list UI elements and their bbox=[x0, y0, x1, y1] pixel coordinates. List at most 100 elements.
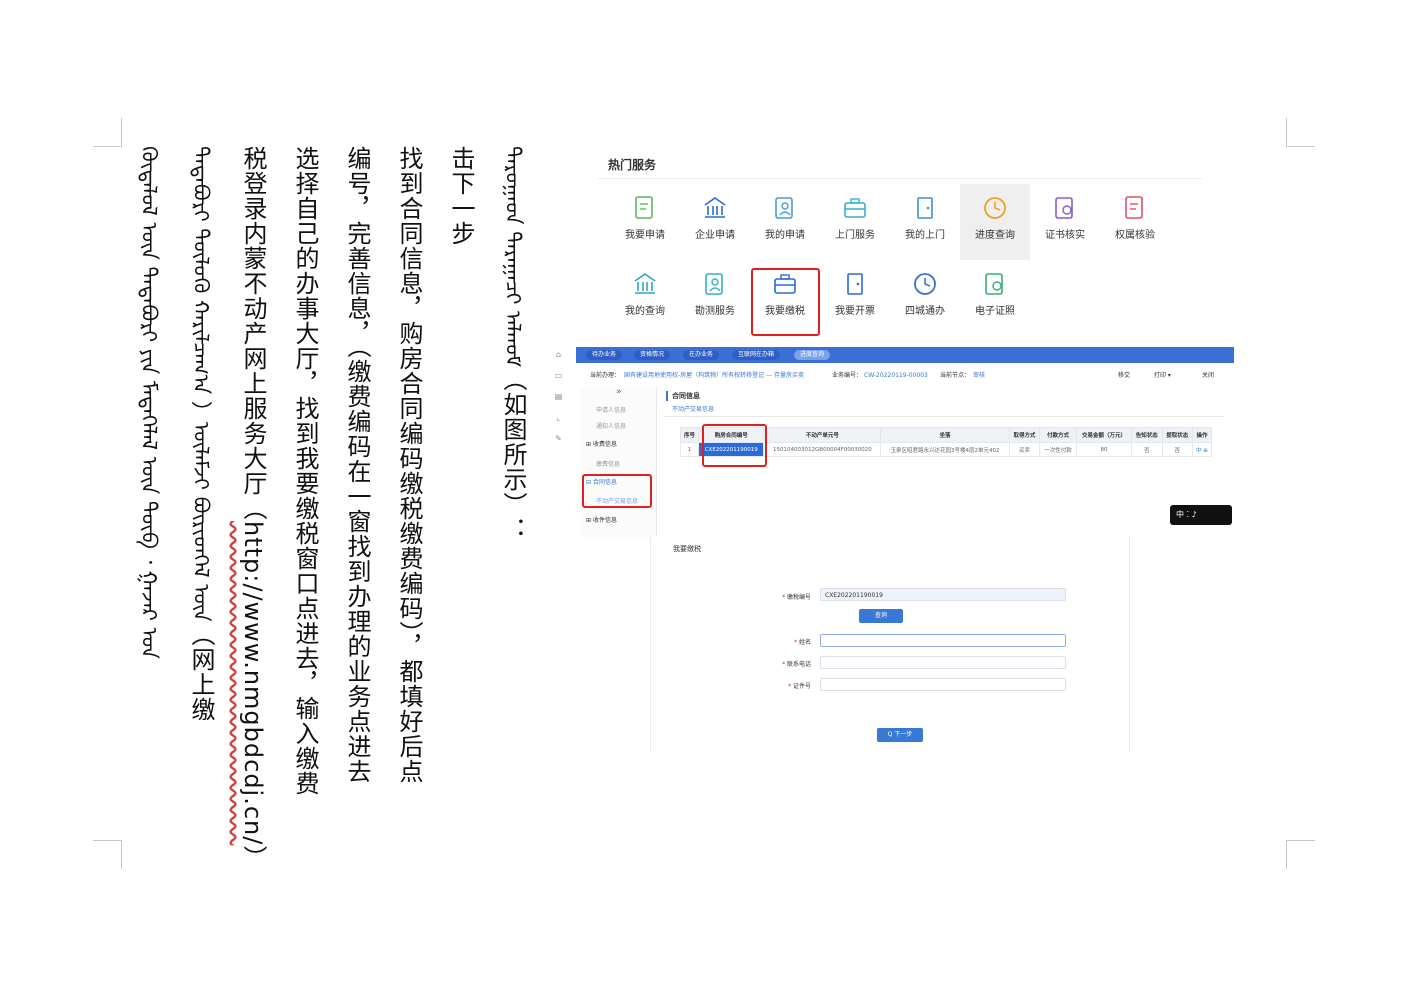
tab-pending[interactable]: 待办业务 bbox=[586, 350, 623, 360]
biz-number-value: CW-20220119-00003 bbox=[864, 372, 928, 379]
home-icon[interactable]: ⌂ bbox=[554, 350, 563, 359]
service-city-grid[interactable]: 四城通办 bbox=[890, 260, 960, 336]
service-user-doc[interactable]: 我的申请 bbox=[750, 184, 820, 260]
text-segment: ） bbox=[239, 845, 267, 871]
id-card-icon bbox=[960, 270, 1030, 298]
id-number-input[interactable] bbox=[820, 678, 1066, 691]
text-segment: 税登录内蒙不动产网上服务大厅（ bbox=[239, 146, 267, 521]
text-column-7: ᠲᠠᠲᠠᠪᠤᠷᠢ ᠲᠥᠯᠥᠬᠦ ᠬᠠᠷᠢᠯᠴᠠᠭ᠎ᠠ ）ᠦᠯᠡᠮᠵᠢ ᠪᠦᠷᠢᠳ… bbox=[186, 146, 216, 722]
service-id-card[interactable]: 电子证照 bbox=[960, 260, 1030, 336]
service-label: 我的上门 bbox=[905, 230, 945, 241]
column-header: 坐落 bbox=[880, 427, 1010, 443]
highlight-box-contract-no bbox=[702, 424, 767, 467]
table-cell: 买卖 bbox=[1008, 442, 1041, 457]
folder-icon[interactable]: ▭ bbox=[554, 371, 563, 380]
breadcrumb-path[interactable]: 国有建设用地使用权-房屋（构筑物）所有权转移登记 — 存量房买卖 bbox=[624, 365, 804, 387]
tab-internet-box[interactable]: 互联网在办箱 bbox=[732, 350, 781, 360]
mongolian-text: ᠳᠠᠷᠤᠭᠠᠳ ᠳᠠᠷᠠᠭᠠᠴᠢ ᠠᠯᠬᠤᠮ bbox=[501, 146, 525, 367]
crop-mark-bottom-left bbox=[93, 840, 122, 869]
table-cell: 150104003012GB00004F00030020 bbox=[763, 442, 882, 457]
print-button[interactable]: 打印 ▾ bbox=[1154, 365, 1171, 387]
input-method-badge[interactable]: 中 ⁚ ♪ bbox=[1170, 505, 1232, 525]
text-column-1: ᠳᠠᠷᠤᠭᠠᠳ ᠳᠠᠷᠠᠭᠠᠴᠢ ᠠᠯᠬᠤᠮ（如图所示）： bbox=[498, 146, 528, 542]
expand-icon[interactable]: » bbox=[616, 387, 622, 397]
sidebar-item-applicant[interactable]: 申请人信息 bbox=[596, 405, 626, 414]
transfer-button[interactable]: 移交 bbox=[1118, 365, 1130, 387]
phone-label: * 联系电话 bbox=[782, 661, 811, 668]
text-column-6: 税登录内蒙不动产网上服务大厅（http://www.nmgbdcdj.cn/） bbox=[238, 146, 268, 870]
close-button[interactable]: 关闭 bbox=[1202, 365, 1214, 387]
hot-services-title: 热门服务 bbox=[608, 158, 657, 172]
building-icon bbox=[680, 194, 750, 222]
text-segment: （网上缴 bbox=[187, 621, 215, 722]
service-door[interactable]: 我的上门 bbox=[890, 184, 960, 260]
edit-icon[interactable]: ✎ bbox=[554, 434, 563, 443]
list-icon bbox=[820, 270, 890, 298]
section-title: 合同信息 bbox=[666, 391, 700, 401]
tab-in-progress[interactable]: 在办业务 bbox=[683, 350, 720, 360]
service-label: 我要申请 bbox=[625, 230, 665, 241]
service-list[interactable]: 我要开票 bbox=[820, 260, 890, 336]
service-toolbox[interactable]: 勘测服务 bbox=[680, 260, 750, 336]
table-cell: 否 bbox=[1161, 442, 1193, 457]
chart-icon[interactable]: ⌞ bbox=[554, 413, 563, 422]
cert-search-icon bbox=[1030, 194, 1100, 222]
doc-badge-icon bbox=[1100, 194, 1170, 222]
section-subtitle: 不动产交易信息 bbox=[672, 406, 715, 413]
user-doc-icon bbox=[750, 194, 820, 222]
city-grid-icon bbox=[890, 270, 960, 298]
service-building[interactable]: 企业申请 bbox=[680, 184, 750, 260]
next-step-button[interactable]: Q 下一步 bbox=[877, 728, 923, 742]
table-cell: 玉泉区昭君路永兴达花园3号楼4层2单元402 bbox=[880, 442, 1010, 457]
column-header: 交易金额（万元） bbox=[1075, 427, 1133, 443]
tax-number-input[interactable]: CXE202201190019 bbox=[820, 588, 1066, 601]
column-header: 取得方式 bbox=[1008, 427, 1041, 443]
sidebar-item-fee-label: 收费信息 bbox=[592, 441, 617, 448]
toolbox-icon bbox=[680, 270, 750, 298]
tax-number-label-text: 缴税编号 bbox=[786, 594, 811, 601]
tab-qualification[interactable]: 资格情况 bbox=[634, 350, 671, 360]
service-edit-doc[interactable]: 我要申请 bbox=[610, 184, 680, 260]
phone-input[interactable] bbox=[820, 656, 1066, 669]
service-doc-search[interactable]: 我的查询 bbox=[610, 260, 680, 336]
service-label: 进度查询 bbox=[975, 230, 1015, 241]
column-header: 不动产单元号 bbox=[763, 427, 882, 443]
clock-icon bbox=[960, 194, 1030, 222]
name-input[interactable] bbox=[820, 634, 1066, 647]
service-label: 电子证照 bbox=[975, 306, 1015, 317]
service-label: 四城通办 bbox=[905, 306, 945, 317]
service-clock[interactable]: 进度查询 bbox=[960, 184, 1030, 260]
table-cell: 80 bbox=[1075, 442, 1133, 457]
divider bbox=[598, 178, 1202, 179]
text-column-8: ᠬᠥᠳᠡᠯᠦᠯ ᠦᠨ ᠲᠠᠲᠠᠪᠤᠷᠢ ᠶᠢᠨ ᠮᠡᠳᠡᠭᠡᠯᠡᠯ ᠦᠨ ᠲᠦᠪ… bbox=[137, 146, 161, 659]
door-icon bbox=[890, 194, 960, 222]
doc-search-icon bbox=[610, 270, 680, 298]
crop-mark-bottom-right bbox=[1286, 840, 1315, 869]
id-number-label: * 证件号 bbox=[788, 683, 811, 690]
service-label: 我的查询 bbox=[625, 306, 665, 317]
sidebar-item-payment[interactable]: 缴费信息 bbox=[596, 459, 620, 468]
name-label-text: 姓名 bbox=[798, 639, 811, 646]
tax-number-label: * 缴税编号 bbox=[782, 594, 811, 601]
inbox-icon[interactable]: ▤ bbox=[554, 392, 563, 401]
service-label: 证书核实 bbox=[1045, 230, 1085, 241]
sidebar-item-fee[interactable]: ⊞ 收费信息 bbox=[586, 439, 617, 448]
service-label: 我要开票 bbox=[835, 306, 875, 317]
sidebar-item-notify[interactable]: 通知人信息 bbox=[596, 421, 626, 430]
website-link[interactable]: http://www.nmgbdcdj.cn/ bbox=[239, 521, 267, 845]
service-cert-search[interactable]: 证书核实 bbox=[1030, 184, 1100, 260]
pay-tax-form-screenshot: 我要缴税 * 缴税编号 CXE202201190019 查询 * 姓名 * 联系… bbox=[650, 536, 1130, 752]
service-label: 企业申请 bbox=[695, 230, 735, 241]
query-button[interactable]: 查询 bbox=[859, 609, 903, 623]
tab-progress-query[interactable]: 进度查询 bbox=[794, 350, 831, 360]
edit-doc-icon bbox=[610, 194, 680, 222]
table-cell[interactable]: 中 ⊕ bbox=[1191, 442, 1213, 457]
hot-services-screenshot: 热门服务 我要申请 企业申请 我的申请 上门服务 我的上门 进度查询 证书核实 权属核验我的查… bbox=[576, 148, 1202, 343]
phone-label-text: 联系电话 bbox=[786, 661, 811, 668]
node-value: 审核 bbox=[973, 372, 986, 379]
service-briefcase[interactable]: 上门服务 bbox=[820, 184, 890, 260]
service-doc-badge[interactable]: 权属核验 bbox=[1100, 184, 1170, 260]
sidebar-item-receipt[interactable]: ⊞ 收件信息 bbox=[586, 515, 617, 524]
service-label: 勘测服务 bbox=[695, 306, 735, 317]
highlight-box-contract bbox=[582, 474, 652, 508]
